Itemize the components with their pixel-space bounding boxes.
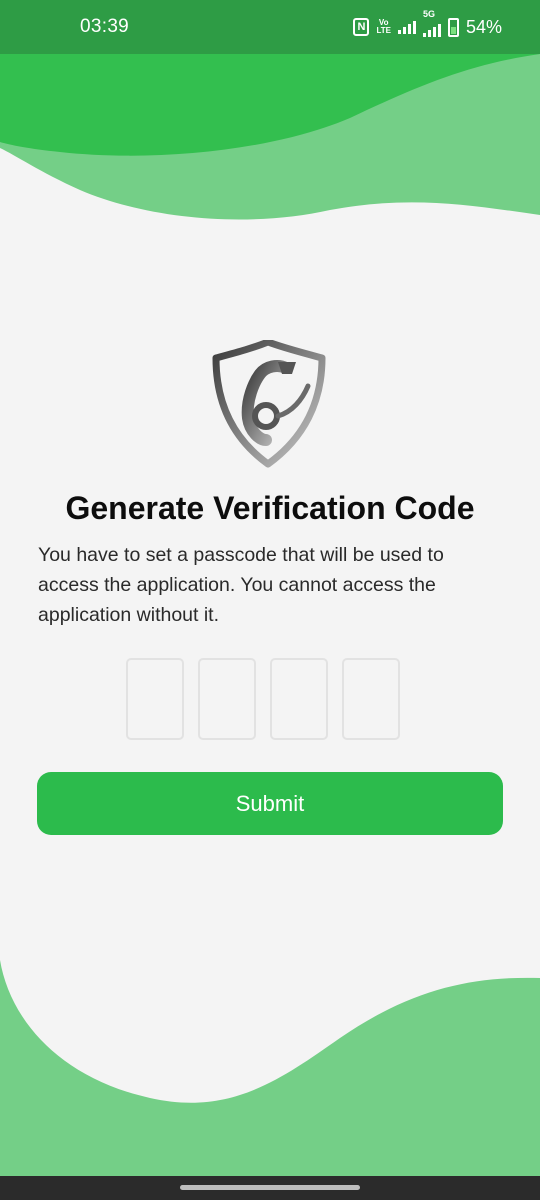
volte-bottom-label: LTE — [376, 26, 391, 35]
code-digit-1-input[interactable] — [126, 658, 184, 740]
page-title: Generate Verification Code — [65, 490, 475, 526]
status-time: 03:39 — [80, 16, 130, 37]
status-icons: N Vo LTE 5G 54% — [353, 9, 502, 38]
network-type-label: 5G — [422, 9, 435, 19]
instructions-text: You have to set a passcode that will be … — [38, 544, 444, 626]
signal-icon — [397, 20, 416, 34]
code-digit-4-input[interactable] — [342, 658, 400, 740]
5g-signal-icon: 5G — [422, 9, 441, 37]
code-digit-3-input[interactable] — [270, 658, 328, 740]
nfc-icon: N — [353, 18, 370, 36]
verification-code-inputs — [126, 658, 400, 740]
code-digit-2-input[interactable] — [198, 658, 256, 740]
status-bar: 03:39 N Vo LTE 5G 54% — [0, 0, 540, 54]
home-gesture-handle[interactable] — [180, 1185, 360, 1190]
volte-icon: Vo LTE — [376, 19, 391, 35]
shield-wrench-icon — [212, 340, 326, 468]
submit-button[interactable]: Submit — [37, 772, 503, 835]
battery-icon — [447, 17, 459, 37]
bottom-wave-decoration — [0, 960, 540, 1180]
battery-percent: 54% — [465, 16, 502, 37]
navigation-bar — [0, 1176, 540, 1200]
